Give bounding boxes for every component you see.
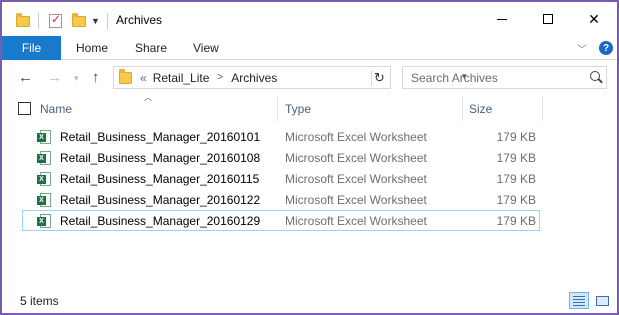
minimize-icon <box>497 18 507 20</box>
status-bar: 5 items <box>2 287 617 313</box>
select-all-checkbox[interactable] <box>18 102 31 115</box>
file-size: 179 KB <box>496 193 536 207</box>
new-folder-icon[interactable] <box>72 12 86 27</box>
column-headers: Name Type Size <box>2 96 617 121</box>
search-icon[interactable] <box>590 71 600 81</box>
refresh-icon[interactable]: ↻ <box>371 70 387 86</box>
file-name: Retail_Business_Manager_20160108 <box>60 151 261 165</box>
file-row[interactable]: X Retail_Business_Manager_20160122 Micro… <box>22 189 540 210</box>
file-size: 179 KB <box>496 214 536 228</box>
file-size: 179 KB <box>496 151 536 165</box>
column-header-name[interactable]: Name <box>40 102 72 116</box>
properties-icon[interactable] <box>49 12 62 28</box>
folder-icon[interactable] <box>16 12 30 27</box>
file-name: Retail_Business_Manager_20160122 <box>60 193 261 207</box>
file-name: Retail_Business_Manager_20160115 <box>60 172 260 186</box>
toolbar-separator <box>38 13 39 29</box>
file-name: Retail_Business_Manager_20160129 <box>60 214 261 228</box>
minimize-button[interactable] <box>479 2 525 36</box>
file-size: 179 KB <box>496 130 536 144</box>
title-bar: ▼ Archives ✕ <box>2 2 617 36</box>
explorer-window: ▼ Archives ✕ File Home Share View ﹀ ? ← … <box>0 0 619 315</box>
back-arrow-icon[interactable]: ← <box>18 69 33 86</box>
tab-file[interactable]: File <box>2 36 61 60</box>
file-row[interactable]: X Retail_Business_Manager_20160108 Micro… <box>22 147 540 168</box>
file-type: Microsoft Excel Worksheet <box>285 193 427 207</box>
tab-home[interactable]: Home <box>76 36 108 60</box>
breadcrumb-overflow[interactable]: « <box>140 71 147 85</box>
address-bar[interactable]: « Retail_Lite > Archives ▾ ↻ <box>113 66 467 89</box>
recent-locations-chevron-icon[interactable]: ▾ <box>74 73 79 84</box>
tab-view[interactable]: View <box>193 36 219 60</box>
file-row[interactable]: X Retail_Business_Manager_20160115 Micro… <box>22 168 540 189</box>
ribbon-tabs: File Home Share View ﹀ ? <box>2 36 617 60</box>
column-divider[interactable] <box>542 96 543 121</box>
file-row-selected[interactable]: X Retail_Business_Manager_20160129 Micro… <box>22 210 540 231</box>
search-box[interactable] <box>402 66 607 89</box>
excel-icon: X <box>37 172 51 186</box>
customize-toolbar-dropdown-icon[interactable]: ▼ <box>91 16 100 26</box>
column-header-type[interactable]: Type <box>285 102 311 116</box>
close-icon: ✕ <box>588 10 600 27</box>
maximize-button[interactable] <box>525 2 571 36</box>
excel-icon: X <box>37 214 51 228</box>
item-count: 5 items <box>20 294 59 308</box>
file-type: Microsoft Excel Worksheet <box>285 151 427 165</box>
file-type: Microsoft Excel Worksheet <box>285 172 427 186</box>
maximize-icon <box>543 14 553 24</box>
column-header-size[interactable]: Size <box>469 102 492 116</box>
quick-access-toolbar <box>16 11 30 31</box>
breadcrumb-item-retail-lite[interactable]: Retail_Lite <box>153 71 210 85</box>
close-button[interactable]: ✕ <box>571 2 617 36</box>
excel-icon: X <box>37 130 51 144</box>
details-view-icon <box>573 295 585 306</box>
file-row[interactable]: X Retail_Business_Manager_20160101 Micro… <box>22 126 540 147</box>
navigation-bar: ← → ▾ ↑ « Retail_Lite > Archives ▾ ↻ <box>2 60 617 96</box>
file-name: Retail_Business_Manager_20160101 <box>60 130 261 144</box>
column-divider[interactable] <box>277 96 278 121</box>
file-size: 179 KB <box>496 172 536 186</box>
search-input[interactable] <box>411 70 591 85</box>
help-icon[interactable]: ? <box>599 41 613 55</box>
breadcrumb-separator-icon[interactable]: > <box>217 72 223 83</box>
column-divider[interactable] <box>462 96 463 121</box>
window-title: Archives <box>116 13 163 27</box>
up-arrow-icon[interactable]: ↑ <box>92 69 100 86</box>
excel-icon: X <box>37 151 51 165</box>
excel-icon: X <box>37 193 51 207</box>
tab-share[interactable]: Share <box>135 36 167 60</box>
details-view-button[interactable] <box>569 292 589 309</box>
large-icons-view-icon <box>595 295 609 306</box>
forward-arrow-icon[interactable]: → <box>47 69 62 86</box>
folder-icon <box>119 68 132 84</box>
breadcrumb-item-archives[interactable]: Archives <box>231 71 277 85</box>
file-type: Microsoft Excel Worksheet <box>285 214 427 228</box>
toolbar-separator <box>107 13 108 29</box>
expand-ribbon-chevron-icon[interactable]: ﹀ <box>577 41 587 56</box>
file-type: Microsoft Excel Worksheet <box>285 130 427 144</box>
large-icons-view-button[interactable] <box>592 292 612 309</box>
